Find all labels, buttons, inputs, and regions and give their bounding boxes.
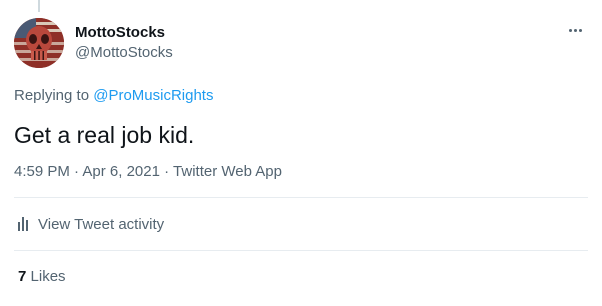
view-tweet-activity-button[interactable]: View Tweet activity — [18, 214, 164, 234]
meta-separator: · — [164, 163, 170, 180]
thread-connector-line — [38, 0, 40, 12]
replying-to-mention-link[interactable]: @ProMusicRights — [93, 87, 213, 104]
more-options-button[interactable] — [564, 20, 586, 40]
tweet-metadata: 4:59 PM · Apr 6, 2021 · Twitter Web App — [14, 162, 282, 182]
tweet-time-link[interactable]: 4:59 PM — [14, 163, 70, 180]
likes-count: 7 — [18, 268, 27, 285]
tweet-date-link[interactable]: Apr 6, 2021 — [82, 163, 160, 180]
replying-to-line: Replying to @ProMusicRights — [14, 86, 213, 106]
divider — [14, 197, 588, 198]
author-display-name[interactable]: MottoStocks — [75, 24, 173, 42]
more-dots-icon — [568, 28, 583, 32]
author-names: MottoStocks @MottoStocks — [75, 24, 173, 63]
author-handle[interactable]: @MottoStocks — [75, 43, 173, 63]
divider — [14, 250, 588, 251]
likes-link[interactable]: 7 Likes — [18, 267, 66, 287]
view-tweet-activity-label: View Tweet activity — [38, 215, 165, 233]
bar-chart-icon — [18, 217, 30, 231]
skull-flag-avatar-icon — [14, 18, 64, 68]
replying-to-prefix: Replying to — [14, 87, 90, 104]
tweet-source-link[interactable]: Twitter Web App — [173, 163, 282, 180]
tweet-header: MottoStocks @MottoStocks — [14, 18, 588, 74]
likes-label: Likes — [30, 268, 66, 285]
tweet-text: Get a real job kid. — [14, 122, 195, 148]
avatar[interactable] — [14, 18, 64, 68]
meta-separator: · — [74, 163, 80, 180]
